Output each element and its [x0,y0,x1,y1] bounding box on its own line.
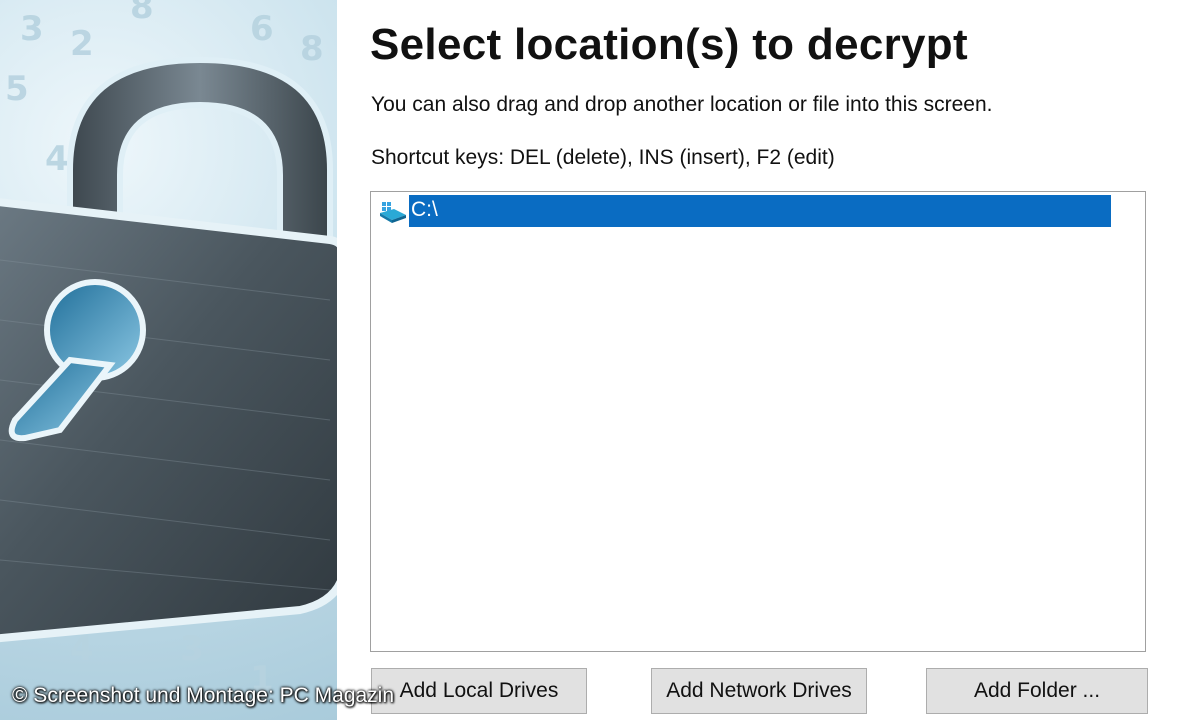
add-network-drives-button[interactable]: Add Network Drives [651,668,867,714]
location-list[interactable]: C:\ [370,191,1146,652]
add-local-drives-button[interactable]: Add Local Drives [371,668,587,714]
svg-text:3: 3 [20,9,44,49]
svg-text:8: 8 [130,0,154,27]
svg-text:6: 6 [250,9,274,49]
svg-text:8: 8 [300,29,324,69]
drive-icon [377,197,409,225]
location-label: C:\ [409,195,1111,227]
svg-text:5: 5 [5,69,29,109]
svg-text:4: 4 [45,139,69,179]
page-title: Select location(s) to decrypt [370,20,968,69]
drag-drop-hint: You can also drag and drop another locat… [371,93,993,116]
svg-text:3: 3 [180,629,204,669]
list-item[interactable]: C:\ [377,195,1113,227]
add-folder-button[interactable]: Add Folder ... [926,668,1148,714]
image-credit: © Screenshot und Montage: PC Magazin [12,684,395,707]
shortcut-keys-hint: Shortcut keys: DEL (delete), INS (insert… [371,146,835,169]
padlock-icon: 3 2 8 6 8 5 4 7 6 9 4 3 1 [0,0,337,699]
padlock-artwork: 3 2 8 6 8 5 4 7 6 9 4 3 1 [0,0,337,720]
svg-text:2: 2 [70,24,94,64]
